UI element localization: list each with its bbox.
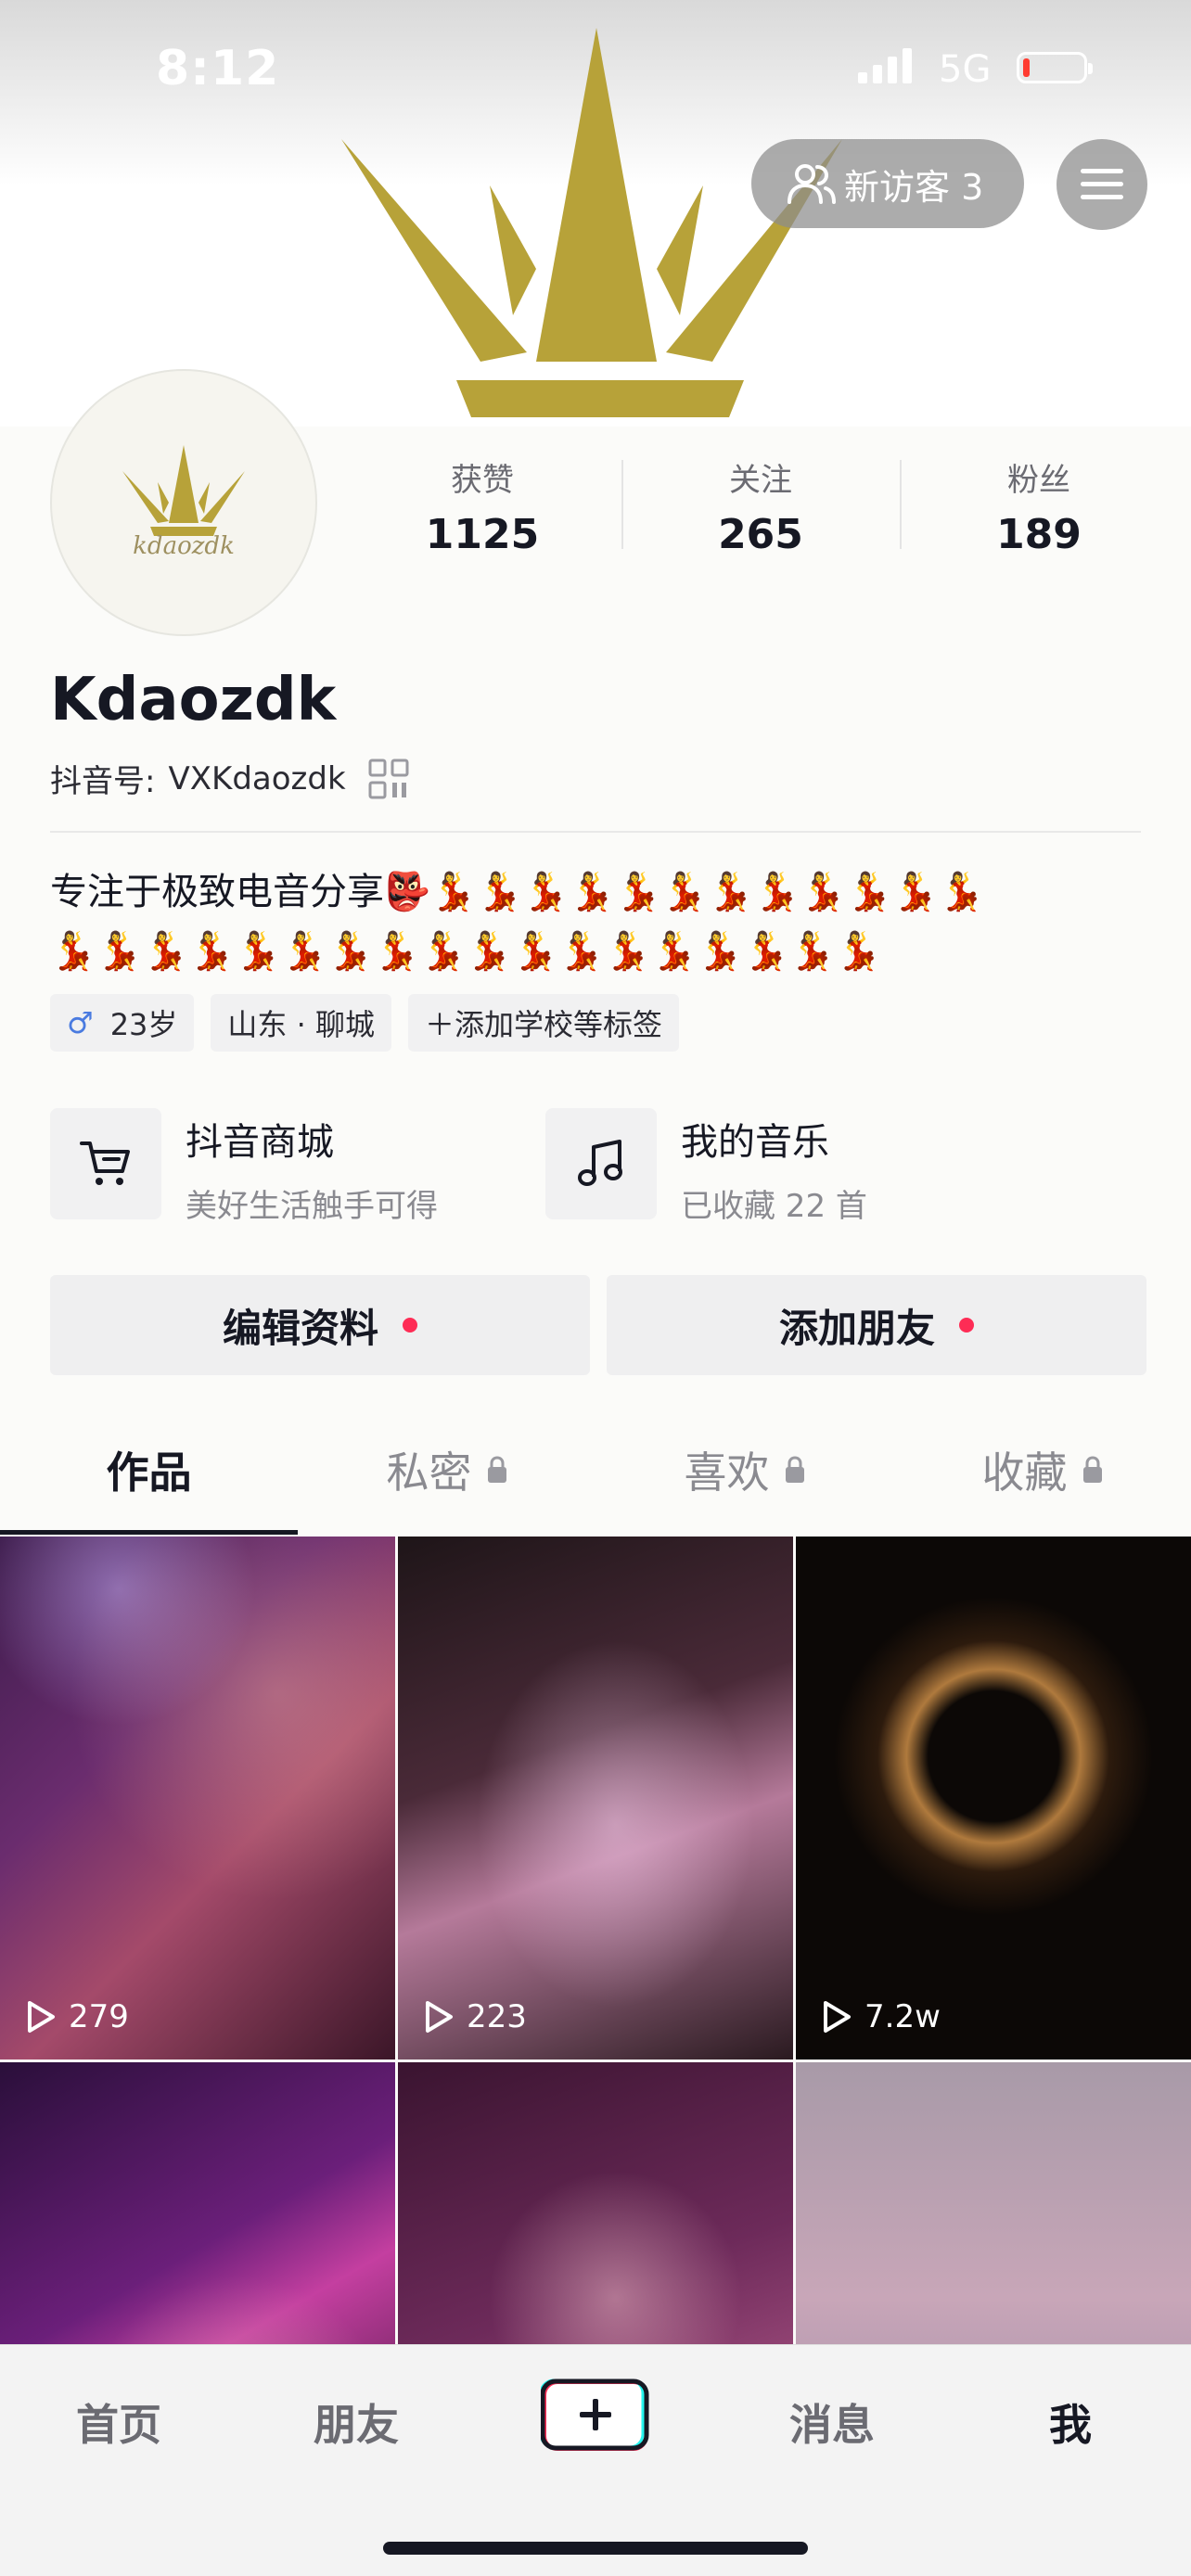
- new-visitors-label: 新访客 3: [844, 166, 984, 208]
- profile-tags: ♂ 23岁 山东 · 聊城 ＋添加学校等标签: [50, 994, 679, 1052]
- play-count: 223: [424, 1998, 527, 2035]
- crown-logo: [122, 445, 245, 536]
- play-icon: [28, 2001, 55, 2033]
- home-indicator: [383, 2542, 808, 2555]
- my-music-title: 我的音乐: [681, 1121, 829, 1164]
- video-thumbnail[interactable]: 279: [0, 1537, 395, 2060]
- edit-profile-label: 编辑资料: [222, 1305, 378, 1351]
- new-visitors-button[interactable]: 新访客 3: [751, 139, 1024, 228]
- status-time: 8:12: [156, 41, 280, 96]
- tab-favorites[interactable]: 收藏: [893, 1405, 1191, 1535]
- add-school-tag-button[interactable]: ＋添加学校等标签: [407, 994, 679, 1052]
- bio-dancer-emojis-row2: 💃💃💃💃💃💃💃💃💃💃💃💃💃💃💃💃💃💃: [50, 930, 882, 973]
- profile-name: Kdaozdk: [50, 666, 337, 734]
- avatar[interactable]: kdaozdk: [50, 369, 317, 636]
- tab-private[interactable]: 私密: [298, 1405, 596, 1535]
- stat-likes-label: 获赞: [451, 462, 514, 499]
- profile-bio: 专注于极致电音分享👺💃💃💃💃💃💃💃💃💃💃💃💃 💃💃💃💃💃💃💃💃💃💃💃💃💃💃💃💃💃…: [50, 862, 1154, 981]
- douyin-id-label: 抖音号:: [50, 763, 156, 800]
- douyin-id[interactable]: 抖音号: VXKdaozdk: [50, 756, 409, 801]
- status-bar: 8:12 5G: [0, 0, 1191, 139]
- profile-header-banner: 8:12 5G 新访客 3: [0, 0, 1191, 427]
- nav-me[interactable]: 我: [978, 2391, 1163, 2453]
- lock-icon: [785, 1456, 804, 1483]
- battery-icon: [1017, 52, 1093, 83]
- tab-favorites-label: 收藏: [981, 1447, 1068, 1498]
- stat-likes-value: 1125: [425, 511, 540, 558]
- stat-following-value: 265: [718, 511, 803, 558]
- notification-dot: [959, 1318, 974, 1333]
- bottom-nav: 首页 朋友 消息 我: [0, 2344, 1191, 2576]
- avatar-logo-text: kdaozdk: [133, 532, 235, 560]
- bio-mask-emoji: 👺: [384, 871, 430, 913]
- douyin-mall-title: 抖音商城: [186, 1121, 334, 1164]
- cart-icon: [50, 1108, 161, 1219]
- video-thumbnail[interactable]: 223: [398, 1537, 793, 2060]
- notification-dot: [403, 1318, 417, 1333]
- tab-works-label: 作品: [106, 1447, 192, 1498]
- edit-profile-button[interactable]: 编辑资料: [50, 1275, 590, 1375]
- lock-icon: [487, 1456, 506, 1483]
- tab-works[interactable]: 作品: [0, 1405, 298, 1535]
- tab-private-label: 私密: [386, 1447, 472, 1498]
- stat-followers-value: 189: [996, 511, 1082, 558]
- play-count: 7.2w: [822, 1998, 941, 2035]
- stat-followers[interactable]: 粉丝 189: [900, 454, 1178, 566]
- play-icon: [426, 2001, 453, 2033]
- network-type: 5G: [939, 48, 992, 91]
- video-thumbnail[interactable]: 7.2w: [796, 1537, 1191, 2060]
- bio-dancer-emojis-row1: 💃💃💃💃💃💃💃💃💃💃💃💃: [429, 871, 985, 913]
- bio-text: 专注于极致电音分享: [50, 871, 384, 913]
- tag-age: 23岁: [109, 1007, 178, 1042]
- add-friend-label: 添加朋友: [778, 1305, 935, 1351]
- profile-stats: 获赞 1125 关注 265 粉丝 189: [343, 454, 1178, 566]
- nav-home[interactable]: 首页: [26, 2391, 211, 2453]
- play-count: 279: [26, 1998, 129, 2035]
- nav-messages[interactable]: 消息: [739, 2391, 925, 2453]
- content-tabs: 作品 私密 喜欢 收藏: [0, 1405, 1191, 1535]
- create-button[interactable]: [541, 2378, 650, 2453]
- menu-button[interactable]: [1057, 139, 1147, 230]
- douyin-mall-subtitle: 美好生活触手可得: [186, 1188, 438, 1225]
- tab-likes[interactable]: 喜欢: [596, 1405, 893, 1535]
- play-count-value: 223: [467, 1998, 527, 2035]
- stat-likes[interactable]: 获赞 1125: [343, 454, 621, 566]
- tab-likes-label: 喜欢: [684, 1447, 770, 1498]
- my-music-entry[interactable]: 我的音乐 已收藏 22 首: [545, 1108, 867, 1225]
- my-music-subtitle: 已收藏 22 首: [681, 1188, 867, 1225]
- add-friend-button[interactable]: 添加朋友: [607, 1275, 1146, 1375]
- play-count-value: 7.2w: [864, 1998, 941, 2035]
- nav-friends[interactable]: 朋友: [263, 2391, 449, 2453]
- music-note-icon: [545, 1108, 657, 1219]
- tag-gender-age: ♂ 23岁: [50, 994, 195, 1052]
- douyin-id-value: VXKdaozdk: [168, 759, 346, 797]
- hamburger-icon: [1081, 169, 1123, 199]
- stat-following-label: 关注: [729, 462, 792, 499]
- male-icon: ♂: [67, 1005, 94, 1040]
- lock-icon: [1082, 1456, 1102, 1483]
- tag-location: 山东 · 聊城: [211, 994, 391, 1052]
- profile-divider: [50, 831, 1141, 833]
- douyin-mall-entry[interactable]: 抖音商城 美好生活触手可得: [50, 1108, 438, 1225]
- play-icon: [824, 2001, 851, 2033]
- signal-icon: [858, 48, 912, 83]
- stat-followers-label: 粉丝: [1007, 462, 1070, 499]
- play-count-value: 279: [69, 1998, 129, 2035]
- stat-following[interactable]: 关注 265: [621, 454, 900, 566]
- visitors-icon: [788, 164, 836, 204]
- qr-code-icon[interactable]: [368, 759, 409, 799]
